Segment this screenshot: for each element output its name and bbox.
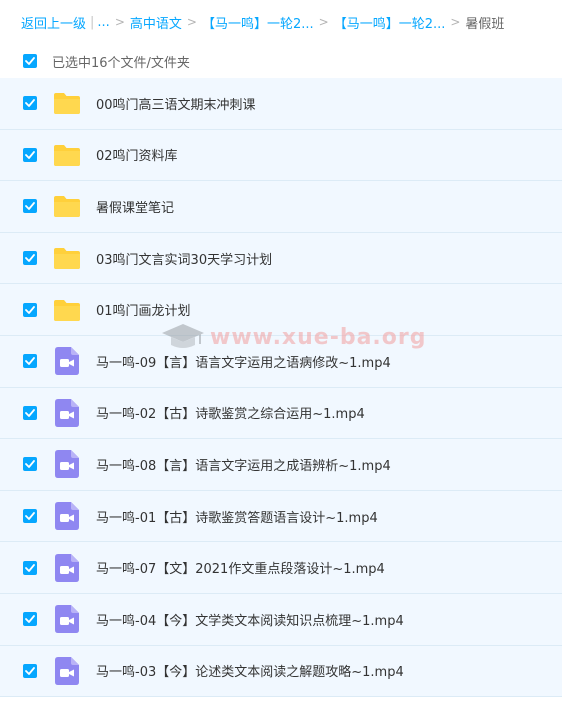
file-checkbox[interactable] [23, 96, 37, 111]
video-icon [53, 605, 81, 634]
checkmark-icon [25, 615, 35, 624]
breadcrumb-back-link[interactable]: 返回上一级 [21, 13, 86, 32]
breadcrumb-separator: > [186, 15, 197, 29]
checkmark-icon [25, 357, 35, 366]
file-checkbox[interactable] [23, 560, 37, 575]
breadcrumb-item-chinese[interactable]: 高中语文 [130, 13, 182, 32]
file-checkbox[interactable] [23, 405, 37, 420]
video-icon [53, 553, 81, 582]
breadcrumb-item-course-1[interactable]: 【马一鸣】一轮2... [202, 13, 314, 32]
checkmark-icon [25, 99, 35, 108]
breadcrumb-current: 暑假班 [465, 16, 505, 32]
folder-icon [53, 141, 81, 169]
file-checkbox[interactable] [23, 147, 37, 162]
file-checkbox[interactable] [23, 612, 37, 627]
checkmark-icon [25, 563, 35, 572]
file-list: 00鸣门高三语文期末冲刺课 02鸣门资料库 暑假课堂笔记 03鸣门文言实词30天学习计… [0, 78, 562, 698]
file-checkbox[interactable] [23, 251, 37, 266]
breadcrumb-item-course-2[interactable]: 【马一鸣】一轮2... [334, 13, 446, 32]
checkmark-icon [25, 254, 35, 262]
file-row[interactable]: 马一鸣-01【古】诗歌鉴赏答题语言设计~1.mp4 [0, 490, 562, 543]
file-name[interactable]: 马一鸣-01【古】诗歌鉴赏答题语言设计~1.mp4 [96, 507, 378, 526]
file-row[interactable]: 马一鸣-09【言】语言文字运用之语病修改~1.mp4 [0, 335, 562, 388]
breadcrumb-separator: > [318, 15, 329, 29]
checkmark-icon [25, 460, 35, 469]
breadcrumb-separator: > [450, 15, 461, 29]
file-browser: 返回上一级 | ... > 高中语文 > 【马一鸣】一轮2... > 【马一鸣】… [0, 0, 562, 705]
file-name[interactable]: 马一鸣-08【言】语言文字运用之成语辨析~1.mp4 [96, 455, 391, 474]
checkmark-icon [25, 408, 35, 417]
file-name[interactable]: 马一鸣-09【言】语言文字运用之语病修改~1.mp4 [96, 352, 391, 371]
breadcrumb-separator: > [114, 15, 125, 29]
video-icon [53, 398, 81, 427]
file-name[interactable]: 马一鸣-03【今】论述类文本阅读之解题攻略~1.mp4 [96, 661, 404, 680]
file-row[interactable]: 马一鸣-04【今】文学类文本阅读知识点梳理~1.mp4 [0, 593, 562, 646]
video-icon [53, 450, 81, 479]
selection-bar: 已选中16个文件/文件夹 [0, 44, 562, 78]
video-icon [53, 502, 81, 531]
file-checkbox[interactable] [23, 457, 37, 472]
file-name[interactable]: 马一鸣-02【古】诗歌鉴赏之综合运用~1.mp4 [96, 403, 365, 422]
file-name[interactable]: 02鸣门资料库 [96, 145, 178, 164]
select-all-checkbox[interactable] [23, 54, 37, 68]
file-row[interactable]: 马一鸣-03【今】论述类文本阅读之解题攻略~1.mp4 [0, 645, 562, 698]
checkmark-icon [25, 666, 35, 675]
file-row[interactable]: 马一鸣-02【古】诗歌鉴赏之综合运用~1.mp4 [0, 387, 562, 440]
selection-count-label: 已选中16个文件/文件夹 [52, 55, 190, 71]
file-checkbox[interactable] [23, 509, 37, 524]
breadcrumb-divider: | [90, 14, 95, 30]
checkmark-icon [25, 202, 35, 211]
folder-icon [53, 296, 81, 324]
checkmark-icon [25, 512, 35, 520]
file-row[interactable]: 马一鸣-08【言】语言文字运用之成语辨析~1.mp4 [0, 439, 562, 491]
file-name[interactable]: 马一鸣-04【今】文学类文本阅读知识点梳理~1.mp4 [96, 610, 404, 629]
breadcrumb-ellipsis[interactable]: ... [97, 15, 109, 30]
breadcrumb: 返回上一级 | ... > 高中语文 > 【马一鸣】一轮2... > 【马一鸣】… [0, 0, 562, 44]
file-checkbox[interactable] [23, 199, 37, 214]
file-row[interactable]: 01鸣门画龙计划 [0, 284, 562, 336]
file-name[interactable]: 马一鸣-07【文】2021作文重点段落设计~1.mp4 [96, 558, 385, 577]
file-name[interactable]: 01鸣门画龙计划 [96, 300, 191, 319]
file-row[interactable]: 00鸣门高三语文期末冲刺课 [0, 78, 562, 130]
file-name[interactable]: 暑假课堂笔记 [96, 197, 174, 216]
file-name[interactable]: 03鸣门文言实词30天学习计划 [96, 249, 272, 268]
checkmark-icon [25, 305, 35, 314]
checkmark-icon [25, 57, 35, 65]
file-name[interactable]: 00鸣门高三语文期末冲刺课 [96, 94, 256, 113]
file-checkbox[interactable] [23, 354, 37, 369]
file-row[interactable]: 03鸣门文言实词30天学习计划 [0, 232, 562, 285]
folder-icon [53, 192, 81, 220]
video-icon [53, 347, 81, 376]
file-row[interactable]: 马一鸣-07【文】2021作文重点段落设计~1.mp4 [0, 542, 562, 594]
video-icon [53, 656, 81, 685]
checkmark-icon [25, 150, 35, 159]
folder-icon [53, 89, 81, 117]
folder-icon [53, 244, 81, 272]
file-checkbox[interactable] [23, 302, 37, 317]
file-row[interactable]: 02鸣门资料库 [0, 129, 562, 182]
file-checkbox[interactable] [23, 663, 37, 678]
file-row[interactable]: 暑假课堂笔记 [0, 181, 562, 233]
